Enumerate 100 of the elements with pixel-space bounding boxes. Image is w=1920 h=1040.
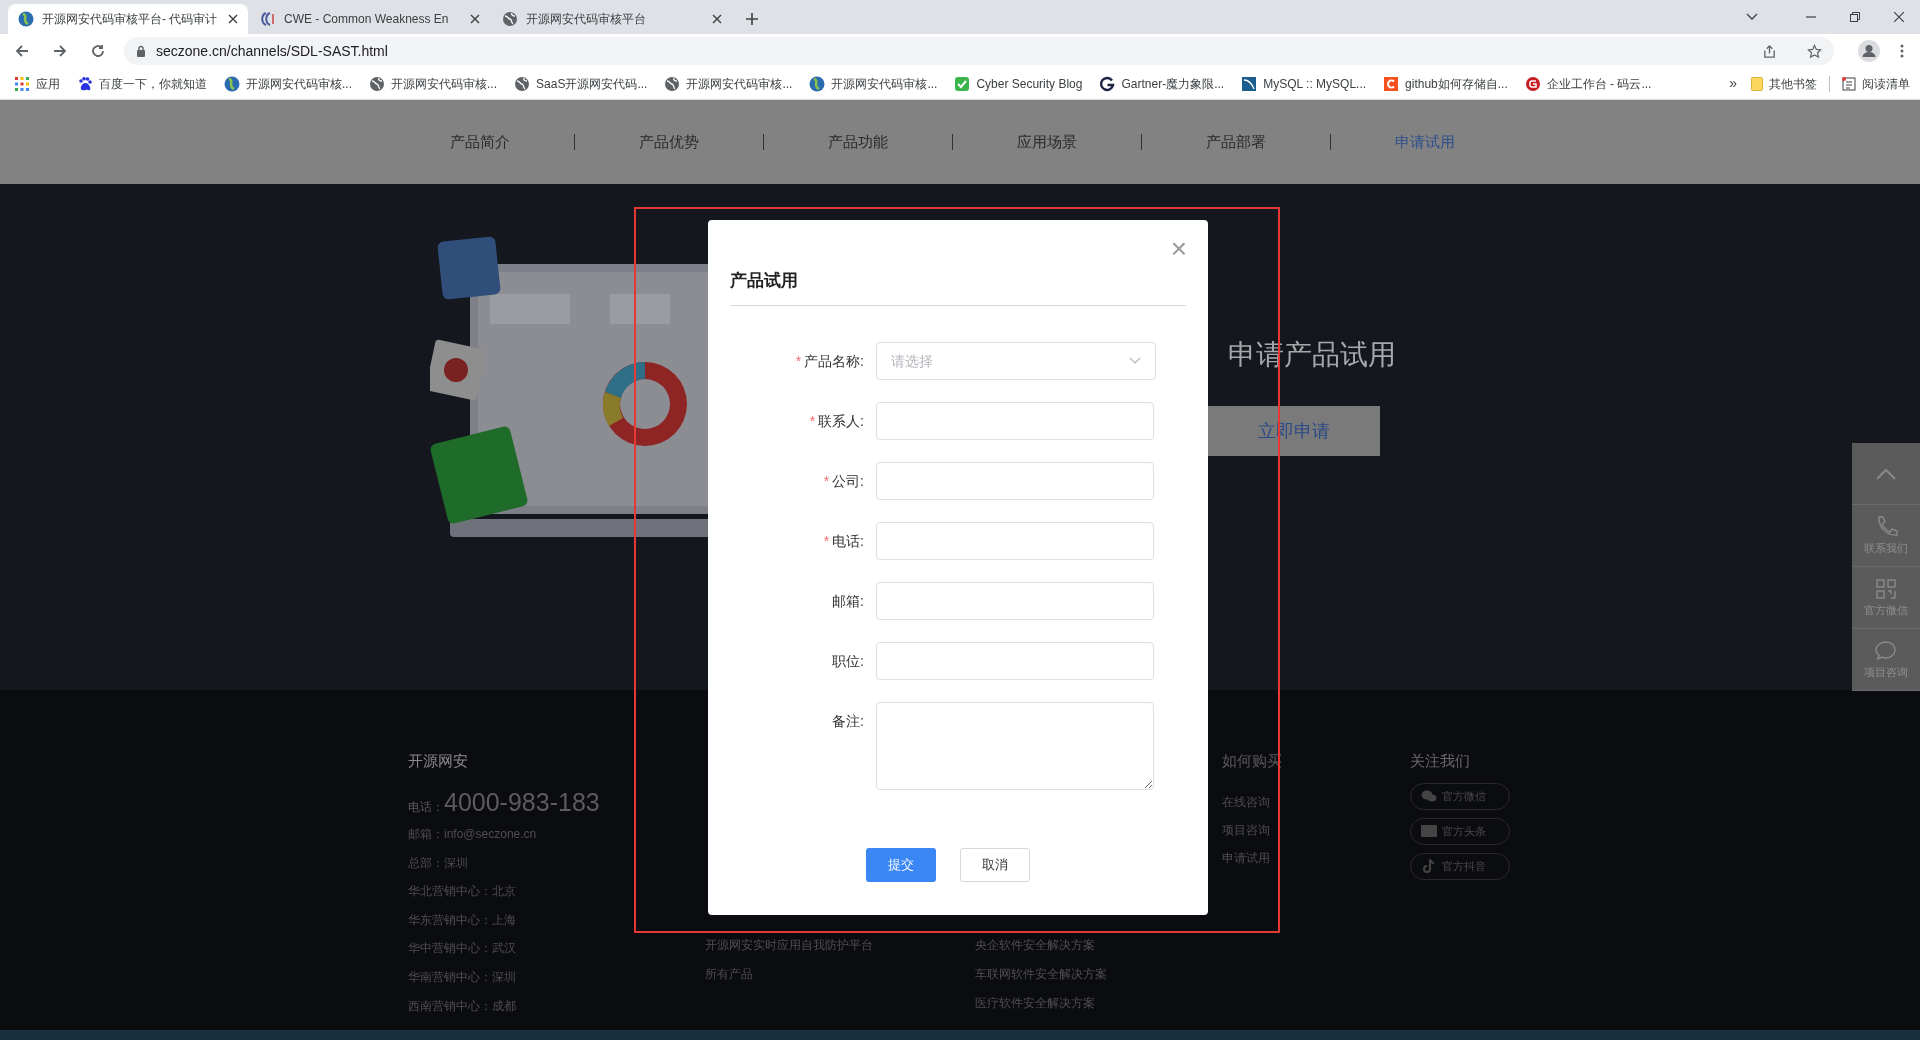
reading-list-button[interactable]: 阅读清单 <box>1842 74 1910 93</box>
footer-link[interactable]: 所有产品 <box>705 965 975 984</box>
tab-title: CWE - Common Weakness En <box>284 11 450 28</box>
apps-icon <box>14 75 30 92</box>
field-label: 邮箱: <box>831 591 865 611</box>
reload-icon[interactable] <box>90 43 106 59</box>
bookmark-label: 应用 <box>36 75 60 93</box>
footer-text: 华南营销中心：深圳 <box>408 968 517 986</box>
back-icon[interactable] <box>14 43 30 59</box>
close-icon[interactable] <box>1894 12 1904 22</box>
bookmark-label: Cyber Security Blog <box>976 75 1083 93</box>
input-field[interactable] <box>876 582 1154 620</box>
tab-title: 开源网安代码审核平台 <box>526 11 647 28</box>
select-field[interactable]: 请选择 <box>876 342 1156 380</box>
bookmark[interactable]: 开源网安代码审核... <box>224 71 352 96</box>
forward-icon[interactable] <box>52 43 68 59</box>
nav-link[interactable]: 产品简介 <box>450 130 510 154</box>
footer-link[interactable]: 申请试用 <box>1222 848 1410 867</box>
submit-button[interactable]: 提交 <box>866 848 936 882</box>
footer-link[interactable]: 开源网安实时应用自我防护平台 <box>705 936 975 955</box>
footer-link[interactable]: 央企软件安全解决方案 <box>975 936 1222 955</box>
lock-icon <box>136 45 146 57</box>
bookmark-label: 开源网安代码审核... <box>391 75 498 93</box>
list-icon <box>1842 76 1856 91</box>
paw-icon <box>77 75 93 92</box>
bookmark-label: 开源网安代码审核... <box>831 75 938 93</box>
folder-icon <box>1751 76 1763 91</box>
bookmark-label: Gartner-魔力象限... <box>1121 75 1225 93</box>
browser-tab[interactable]: CWE - Common Weakness En <box>250 4 490 34</box>
close-icon[interactable] <box>470 14 480 24</box>
bookmark[interactable]: 开源网安代码审核... <box>369 71 498 96</box>
input-field[interactable] <box>876 462 1154 500</box>
footer-heading: 关注我们 <box>1410 751 1471 771</box>
nav-link[interactable]: 申请试用 <box>1395 130 1455 154</box>
cancel-button[interactable]: 取消 <box>960 848 1030 882</box>
restore-icon[interactable] <box>1850 12 1860 22</box>
field-label: * 联系人: <box>808 411 865 431</box>
bookmark-label: 开源网安代码审核... <box>246 75 352 93</box>
globe-icon <box>664 75 681 92</box>
close-icon[interactable] <box>712 14 722 24</box>
menu-icon[interactable] <box>1900 44 1904 58</box>
footer-heading: 开源网安 <box>408 751 469 771</box>
check-icon <box>954 75 971 92</box>
field-label: 备注: <box>831 711 865 731</box>
bookmark-label: 开源网安代码审核... <box>686 75 793 93</box>
field-label: 职位: <box>831 651 865 671</box>
nav-link[interactable]: 产品功能 <box>828 130 888 154</box>
nav-link[interactable]: 应用场景 <box>1017 130 1077 154</box>
phone-number: 4000-983-183 <box>444 790 600 815</box>
nav-link[interactable]: 产品优势 <box>639 130 699 154</box>
profile-icon[interactable] <box>1858 40 1880 62</box>
footer-link[interactable]: 车联网软件安全解决方案 <box>975 965 1222 984</box>
footer-link[interactable]: 在线咨询 <box>1222 792 1410 811</box>
input-field[interactable] <box>876 522 1154 560</box>
address-bar[interactable]: seczone.cn/channels/SDL-SAST.html <box>124 37 1834 65</box>
close-icon[interactable] <box>228 14 238 24</box>
field-label: * 产品名称: <box>794 351 865 371</box>
nav-link[interactable]: 产品部署 <box>1206 130 1266 154</box>
bookmark[interactable]: 开源网安代码审核... <box>809 71 938 96</box>
field-label: * 电话: <box>822 531 865 551</box>
globe-icon <box>514 75 531 92</box>
input-field[interactable] <box>876 642 1154 680</box>
note-icon <box>1421 858 1437 874</box>
bookmark-folder[interactable]: 其他书签 <box>1751 74 1817 93</box>
globe-icon <box>369 75 385 92</box>
chat-icon <box>1873 638 1899 663</box>
chat-bubbles-icon <box>1421 788 1437 804</box>
bookmark[interactable]: Gartner-魔力象限... <box>1099 71 1225 96</box>
logo-icon <box>809 75 826 92</box>
browser-tab[interactable]: 开源网安代码审核平台 <box>492 4 732 34</box>
new-tab-icon[interactable] <box>746 13 758 25</box>
footer-text: 总部：深圳 <box>408 854 469 872</box>
bookmark[interactable]: 开源网安代码审核... <box>664 71 793 96</box>
footer-link[interactable]: 医疗软件安全解决方案 <box>975 994 1222 1013</box>
bookmark[interactable]: MySQL :: MySQL... <box>1241 71 1367 96</box>
bookmark[interactable]: Cyber Security Blog <box>954 71 1083 96</box>
chevron-down-icon[interactable] <box>1746 13 1758 21</box>
bookmark[interactable]: 企业工作台 - 码云... <box>1524 71 1652 96</box>
field-placeholder: 请选择 <box>891 351 933 371</box>
input-field[interactable] <box>876 402 1154 440</box>
url-text: seczone.cn/channels/SDL-SAST.html <box>156 41 388 61</box>
star-icon[interactable] <box>1807 43 1822 59</box>
bookmark-label: 百度一下，你就知道 <box>99 75 207 93</box>
logo-icon <box>260 11 276 27</box>
share-icon[interactable] <box>1762 43 1777 59</box>
browser-tab[interactable]: 开源网安代码审核平台- 代码审计 <box>8 4 248 34</box>
footer-text: 华中营销中心：武汉 <box>408 940 517 958</box>
bookmark[interactable]: SaaS开源网安代码... <box>514 71 648 96</box>
dialog-title: 产品试用 <box>730 269 798 292</box>
bookmark[interactable]: github如何存储自... <box>1383 71 1508 96</box>
close-button[interactable]: × <box>1164 234 1194 264</box>
footer-text: 西南营销中心：成都 <box>408 997 517 1015</box>
footer-text: 华北营销中心：北京 <box>408 883 517 901</box>
footer-link[interactable]: 项目咨询 <box>1222 820 1410 839</box>
field-label: * 公司: <box>822 471 865 491</box>
phone-label: 电话： <box>408 799 444 816</box>
g-letter-icon <box>1099 75 1116 92</box>
bookmark[interactable]: 百度一下，你就知道 <box>77 71 207 96</box>
bookmark[interactable]: 应用 <box>14 71 60 96</box>
more-bookmarks-button[interactable]: » <box>1729 73 1737 94</box>
